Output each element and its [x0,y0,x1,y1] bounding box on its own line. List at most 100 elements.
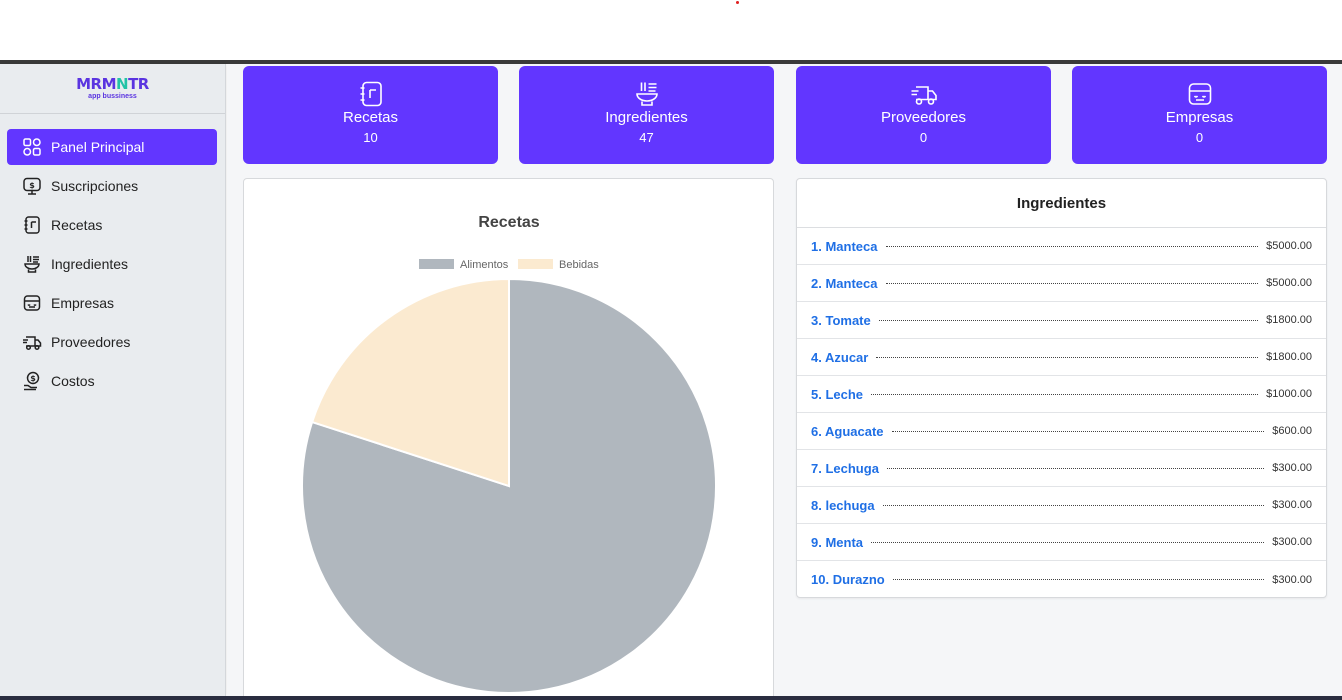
sidebar-item-label: Panel Principal [51,139,145,155]
list-item: 3. Tomate $1800.00 [797,302,1326,339]
stat-card-recetas[interactable]: Recetas 10 [243,66,498,164]
ingredient-name: Aguacate [824,423,884,439]
dotted-leader [885,245,1259,247]
ingredient-price: $1000.00 [1266,388,1312,400]
sidebar-item-recetas[interactable]: Recetas [7,207,217,243]
subscription-icon: $ [23,177,41,195]
sidebar-item-label: Ingredientes [51,256,129,272]
stat-card-proveedores[interactable]: Proveedores 0 [796,66,1051,164]
dotted-leader [891,430,1265,432]
ingredient-price: $600.00 [1272,425,1312,437]
indicator-dot [736,1,739,4]
stat-card-ingredientes[interactable]: Ingredientes 47 [519,66,774,164]
chart-title: Recetas [478,214,539,231]
list-item: 6. Aguacate $600.00 [797,413,1326,450]
ingredient-link[interactable]: 4. Azucar [811,350,868,365]
legend-label-bebidas[interactable]: Bebidas [559,259,599,271]
ingredient-name: Lechuga [825,460,879,476]
chart-legend: Alimentos Bebidas [419,259,599,271]
sidebar-nav: Panel Principal $ Suscripciones Recetas … [0,114,225,399]
ingredient-link[interactable]: 6. Aguacate [811,424,884,439]
store-icon [23,295,41,311]
ingredient-number: 8. [811,497,822,513]
stat-value: 0 [1195,130,1204,145]
main-content: Recetas 10 Ingredientes 47 Proveedores 0… [227,64,1342,700]
ingredient-link[interactable]: 7. Lechuga [811,461,879,476]
ingredient-name: Leche [825,386,864,402]
logo-tagline: app bussiness [88,92,137,100]
sidebar-item-costos[interactable]: $ Costos [7,363,217,399]
ingredient-price: $300.00 [1272,536,1312,548]
ingredient-number: 7. [811,460,822,476]
ingredient-price: $5000.00 [1266,277,1312,289]
ingredient-price: $5000.00 [1266,240,1312,252]
truck-icon [911,86,937,105]
sidebar-item-label: Costos [51,373,95,389]
stat-title: Empresas [1165,109,1234,126]
ingredient-link[interactable]: 2. Manteca [811,276,878,291]
legend-swatch-bebidas[interactable] [518,259,553,269]
sidebar-item-label: Suscripciones [51,178,139,194]
sidebar-item-label: Recetas [51,217,103,233]
list-item: 1. Manteca $5000.00 [797,228,1326,265]
dotted-leader [871,393,1259,395]
ingredient-link[interactable]: 10. Durazno [811,572,885,587]
ingredient-list: 1. Manteca $5000.00 2. Manteca $5000.00 3. T… [797,228,1326,598]
ingredient-name: lechuga [825,497,875,513]
ingredient-name: Menta [825,534,864,550]
sidebar: MRMNTR app bussiness Panel Principal $ S… [0,64,226,696]
sidebar-item-panel-principal[interactable]: Panel Principal [7,129,217,165]
sidebar-item-empresas[interactable]: Empresas [7,285,217,321]
ingredient-number: 1. [811,238,822,254]
truck-icon [23,336,42,351]
ingredient-link[interactable]: 5. Leche [811,387,863,402]
stat-value: 47 [639,130,654,145]
top-bar [0,0,1342,60]
dashboard-icon [23,138,41,156]
dotted-leader [882,504,1265,506]
store-icon [1188,83,1211,105]
stat-card-empresas[interactable]: Empresas 0 [1072,66,1327,164]
dotted-leader [878,319,1259,321]
list-title: Ingredientes [797,179,1326,228]
bottom-divider [0,696,1342,700]
stat-title: Proveedores [880,109,967,126]
legend-label-alimentos[interactable]: Alimentos [460,259,509,271]
svg-text:$: $ [30,374,36,383]
list-item: 8. lechuga $300.00 [797,487,1326,524]
ingredient-link[interactable]: 1. Manteca [811,239,878,254]
sidebar-item-suscripciones[interactable]: $ Suscripciones [7,168,217,204]
dotted-leader [871,541,1265,543]
stat-title: Recetas [342,109,399,126]
stat-value: 0 [919,130,928,145]
ingredient-number: 9. [811,534,822,550]
legend-swatch-alimentos[interactable] [419,259,454,269]
sidebar-item-ingredientes[interactable]: Ingredientes [7,246,217,282]
ingredient-name: Azucar [824,349,869,365]
stat-value: 10 [363,130,378,145]
ingredient-number: 3. [811,312,822,328]
ingredient-name: Manteca [825,275,878,291]
sidebar-item-proveedores[interactable]: Proveedores [7,324,217,360]
ingredient-price: $300.00 [1272,573,1312,586]
app-logo[interactable]: MRMNTR app bussiness [0,64,225,114]
ingredient-number: 6. [811,423,822,439]
dotted-leader [886,467,1265,469]
dotted-leader [885,282,1259,284]
recetas-chart-card: Recetas Alimentos Bebidas [243,178,774,700]
logo-wordmark: MRMNTR [76,74,149,93]
ingredient-name: Durazno [832,572,885,587]
ingredient-number: 4. [811,349,822,365]
ingredient-price: $1800.00 [1266,314,1312,326]
ingredient-number: 2. [811,275,822,291]
money-hand-icon: $ [24,371,40,391]
list-item: 5. Leche $1000.00 [797,376,1326,413]
ingredient-name: Manteca [825,238,878,254]
ingredient-number: 5. [811,386,822,402]
ingredient-link[interactable]: 8. lechuga [811,498,875,513]
svg-text:$: $ [29,181,35,190]
ingredient-link[interactable]: 3. Tomate [811,313,871,328]
ingredient-link[interactable]: 9. Menta [811,535,863,550]
ingredient-price: $300.00 [1272,462,1312,474]
list-item: 7. Lechuga $300.00 [797,450,1326,487]
